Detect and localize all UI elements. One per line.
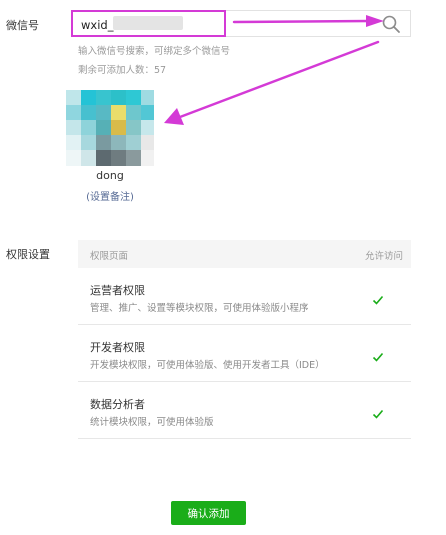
set-remark-link[interactable]: (设置备注)	[66, 188, 154, 203]
checkmark-icon	[372, 295, 384, 305]
permission-row-operator: 运营者权限 管理、推广、设置等模块权限，可使用体验版小程序	[78, 268, 411, 325]
permissions-table: 权限页面 允许访问 运营者权限 管理、推广、设置等模块权限，可使用体验版小程序 …	[78, 240, 411, 439]
pixelated-avatar-image	[66, 90, 154, 166]
confirm-add-button[interactable]: 确认添加	[171, 501, 246, 525]
permission-desc: 管理、推广、设置等模块权限，可使用体验版小程序	[90, 303, 309, 314]
avatar	[66, 90, 154, 166]
checkmark-icon	[372, 352, 384, 362]
remaining-count: 剩余可添加人数：57	[78, 65, 167, 76]
permissions-table-header: 权限页面 允许访问	[78, 240, 411, 268]
checkmark-icon	[372, 409, 384, 419]
header-allow-access: 允许访问	[364, 251, 403, 262]
permission-title: 数据分析者	[90, 398, 145, 411]
developer-permission-checkbox[interactable]	[372, 348, 384, 362]
account-search-input[interactable]: wxid_	[71, 10, 226, 37]
account-search-hint: 输入微信号搜索，可绑定多个微信号	[78, 46, 231, 57]
permission-desc: 统计模块权限，可使用体验版	[90, 417, 214, 428]
header-permission-page: 权限页面	[90, 251, 129, 262]
permission-desc: 开发模块权限，可使用体验版、使用开发者工具（IDE）	[90, 360, 325, 371]
data-analyst-permission-checkbox[interactable]	[372, 405, 384, 419]
permission-row-developer: 开发者权限 开发模块权限，可使用体验版、使用开发者工具（IDE）	[78, 325, 411, 382]
account-label: 微信号	[6, 19, 39, 32]
permission-row-data-analyst: 数据分析者 统计模块权限，可使用体验版	[78, 382, 411, 439]
permission-title: 运营者权限	[90, 284, 145, 297]
user-nickname: dong	[96, 169, 124, 182]
account-input-value: wxid_	[81, 18, 114, 32]
permission-title: 开发者权限	[90, 341, 145, 354]
permissions-label: 权限设置	[6, 248, 50, 261]
redacted-id-mask	[113, 16, 183, 30]
search-icon[interactable]	[381, 14, 401, 34]
arrowhead-icon	[164, 108, 184, 125]
operator-permission-checkbox[interactable]	[372, 291, 384, 305]
